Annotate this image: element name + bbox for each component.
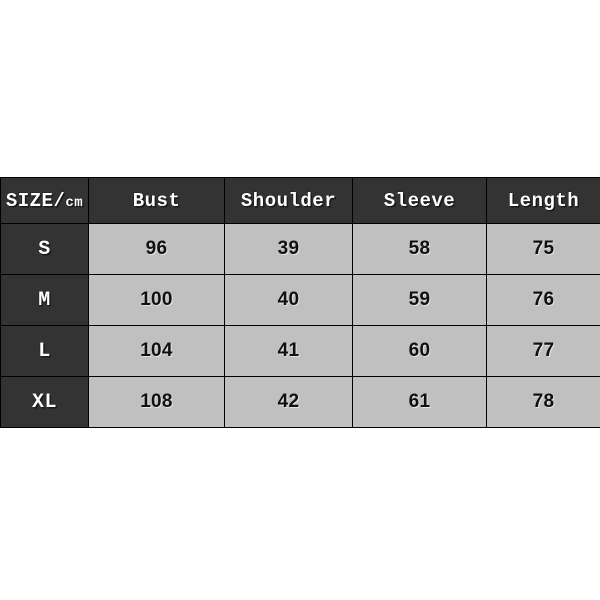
cell-sleeve: 58 — [352, 223, 487, 275]
column-header-bust: Bust — [88, 177, 225, 224]
cell-bust: 96 — [88, 223, 225, 275]
cell-shoulder: 42 — [224, 376, 353, 428]
cell-sleeve: 59 — [352, 274, 487, 326]
table-row: M 100 40 59 76 — [0, 274, 600, 326]
cell-bust: 104 — [88, 325, 225, 377]
cell-sleeve: 61 — [352, 376, 487, 428]
row-size-label: L — [0, 325, 89, 377]
table-row: S 96 39 58 75 — [0, 223, 600, 275]
column-header-shoulder: Shoulder — [224, 177, 353, 224]
size-chart-header: SIZE/cm Bust Shoulder Sleeve Length — [0, 177, 600, 224]
cell-shoulder: 41 — [224, 325, 353, 377]
row-size-label: S — [0, 223, 89, 275]
cell-shoulder: 40 — [224, 274, 353, 326]
cell-sleeve: 60 — [352, 325, 487, 377]
size-header-unit: cm — [65, 194, 84, 211]
header-row: SIZE/cm Bust Shoulder Sleeve Length — [0, 177, 600, 224]
size-chart-body: S 96 39 58 75 M 100 40 59 76 L 104 41 60… — [0, 223, 600, 428]
cell-length: 76 — [486, 274, 600, 326]
column-header-size: SIZE/cm — [0, 177, 89, 224]
column-header-sleeve: Sleeve — [352, 177, 487, 224]
row-size-label: XL — [0, 376, 89, 428]
cell-bust: 108 — [88, 376, 225, 428]
cell-bust: 100 — [88, 274, 225, 326]
size-chart-container: SIZE/cm Bust Shoulder Sleeve Length S 96… — [0, 177, 600, 428]
table-row: XL 108 42 61 78 — [0, 376, 600, 428]
cell-length: 75 — [486, 223, 600, 275]
row-size-label: M — [0, 274, 89, 326]
cell-shoulder: 39 — [224, 223, 353, 275]
column-header-length: Length — [486, 177, 600, 224]
size-chart-table: SIZE/cm Bust Shoulder Sleeve Length S 96… — [0, 177, 600, 428]
cell-length: 78 — [486, 376, 600, 428]
cell-length: 77 — [486, 325, 600, 377]
table-row: L 104 41 60 77 — [0, 325, 600, 377]
size-header-main: SIZE/ — [5, 189, 66, 212]
